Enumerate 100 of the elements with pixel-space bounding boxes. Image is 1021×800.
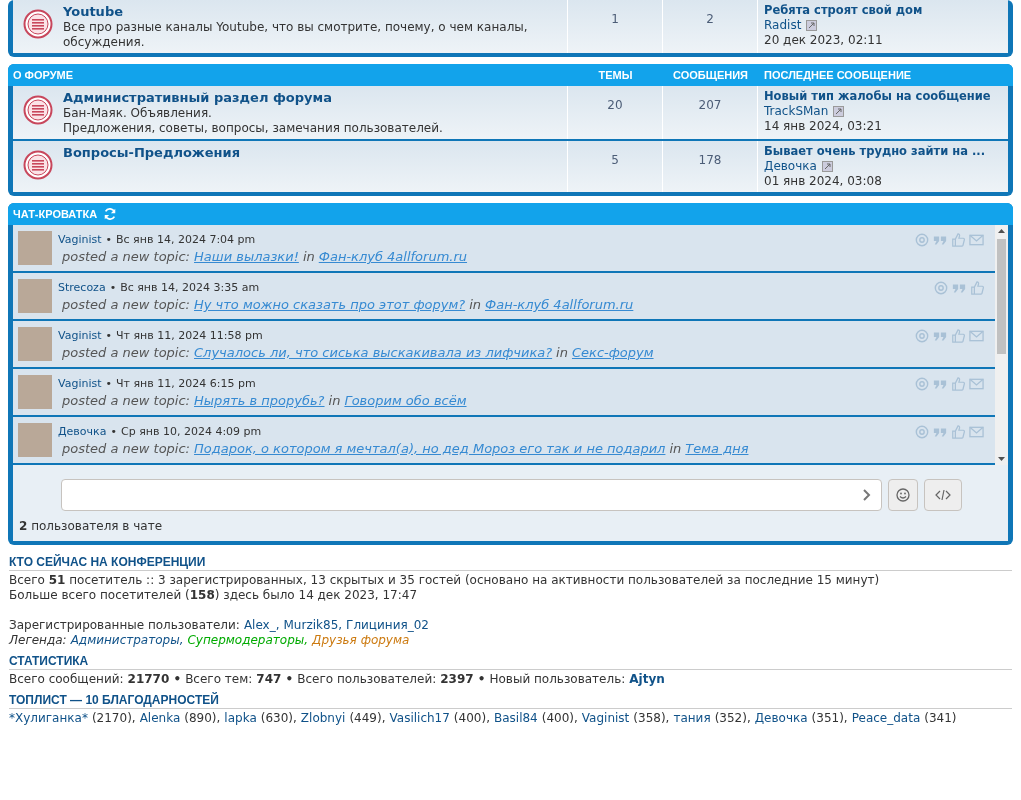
thumbs-up-icon[interactable] xyxy=(951,233,965,247)
last-post-title[interactable]: Ребята строят свой дом xyxy=(764,3,923,18)
chat-input-field[interactable] xyxy=(61,479,882,511)
last-post-author[interactable]: Radist xyxy=(764,18,802,33)
user-link[interactable]: Vaginist xyxy=(581,711,630,726)
in-text: in xyxy=(669,440,682,457)
at-icon[interactable] xyxy=(934,281,948,295)
at-icon[interactable] xyxy=(915,329,929,343)
new-user-link[interactable]: Ajtyn xyxy=(629,672,665,687)
forum-title[interactable]: Вопросы-Предложения xyxy=(63,144,241,161)
stat-label: Новый пользователь: xyxy=(489,672,626,687)
topics-count: 5 xyxy=(568,141,663,192)
last-post-title[interactable]: Новый тип жалобы на сообщение xyxy=(764,89,991,104)
section-heading: СТАТИСТИКА xyxy=(9,654,89,668)
message-author[interactable]: Vaginist xyxy=(58,375,102,392)
posts-count: 178 xyxy=(663,141,758,192)
in-text: in xyxy=(556,344,568,361)
user-link[interactable]: Alex_, xyxy=(243,618,280,633)
at-icon[interactable] xyxy=(915,425,929,439)
view-post-icon[interactable] xyxy=(821,161,833,172)
thanks-count: (358), xyxy=(633,711,670,726)
user-link[interactable]: Alenka xyxy=(139,711,181,726)
user-link[interactable]: Zlobnyi xyxy=(300,711,346,726)
message-author[interactable]: Vaginist xyxy=(58,327,102,344)
forum-description: Предложения, советы, вопросы, замечания пользователей. xyxy=(63,121,443,136)
legend-group-link[interactable]: Администраторы, xyxy=(70,633,184,648)
thumbs-up-icon[interactable] xyxy=(951,329,965,343)
forum-icon xyxy=(23,150,53,180)
view-post-icon[interactable] xyxy=(833,106,845,117)
forum-title[interactable]: Административный раздел форума xyxy=(63,89,443,106)
forum-title[interactable]: Youtube xyxy=(63,3,557,20)
code-icon xyxy=(935,489,951,501)
posts-count: 2 xyxy=(663,0,758,53)
message-action: posted a new topic: xyxy=(62,344,190,361)
user-link[interactable]: Девочка xyxy=(754,711,808,726)
topics-count: 20 xyxy=(568,86,663,139)
message-author[interactable]: Strecoza xyxy=(58,279,106,296)
forum-icon xyxy=(23,95,53,125)
separator-dot: • xyxy=(105,232,113,248)
message-action: posted a new topic: xyxy=(62,440,190,457)
last-post-title[interactable]: Бывает очень трудно зайти на ... xyxy=(764,144,986,159)
avatar-placeholder xyxy=(18,375,52,409)
envelope-icon[interactable] xyxy=(969,377,984,391)
separator-dot: • xyxy=(109,280,117,296)
message-date: Вс янв 14, 2024 7:04 pm xyxy=(116,232,256,248)
code-button[interactable] xyxy=(924,479,962,511)
last-post-date: 14 янв 2024, 03:21 xyxy=(764,119,882,134)
forum-description: Бан-Маяк. Объявления. xyxy=(63,106,213,121)
separator-dot: • xyxy=(105,328,113,344)
avatar-placeholder xyxy=(18,279,52,313)
thanks-count: (630), xyxy=(260,711,297,726)
chat-title: ЧАТ-КРОВАТКА xyxy=(13,206,98,222)
user-link[interactable]: lapka xyxy=(224,711,257,726)
user-link[interactable]: *Хулиганка* xyxy=(9,711,88,726)
legend-group-link[interactable]: Друзья форума xyxy=(312,633,410,648)
user-link[interactable]: тания xyxy=(673,711,711,726)
message-author[interactable]: Девочка xyxy=(58,423,107,440)
envelope-icon[interactable] xyxy=(969,425,984,439)
separator-dot: • xyxy=(110,424,117,440)
last-post-author[interactable]: Девочка xyxy=(764,159,817,174)
user-link[interactable]: Peace_data xyxy=(851,711,921,726)
thanks-count: (351), xyxy=(811,711,848,726)
thanks-count: (400), xyxy=(541,711,578,726)
envelope-icon[interactable] xyxy=(969,329,984,343)
smiley-button[interactable] xyxy=(888,479,918,511)
message-date: Ср янв 10, 2024 4:09 pm xyxy=(120,424,262,440)
user-link[interactable]: Murzik85, xyxy=(283,618,343,633)
column-header: ТЕМЫ xyxy=(597,67,634,83)
refresh-icon[interactable] xyxy=(103,207,118,221)
user-link[interactable]: Vasilich17 xyxy=(389,711,450,726)
stat-label: Всего сообщений: xyxy=(9,672,124,687)
at-icon[interactable] xyxy=(915,233,929,247)
thanks-count: (449), xyxy=(349,711,386,726)
view-post-icon[interactable] xyxy=(806,20,818,31)
posts-count: 207 xyxy=(663,86,758,139)
thumbs-up-icon[interactable] xyxy=(951,425,965,439)
registered-users-label: Зарегистрированные пользователи: xyxy=(9,618,240,633)
at-icon[interactable] xyxy=(915,377,929,391)
thumbs-up-icon[interactable] xyxy=(970,281,984,295)
message-action: posted a new topic: xyxy=(62,248,190,265)
thumbs-up-icon[interactable] xyxy=(951,377,965,391)
forum-icon xyxy=(23,9,53,39)
avatar-placeholder xyxy=(18,231,52,265)
message-action: posted a new topic: xyxy=(62,296,190,313)
message-date: Чт янв 11, 2024 11:58 pm xyxy=(116,328,263,344)
thanks-count: (352), xyxy=(714,711,751,726)
thanks-count: (341) xyxy=(924,711,957,726)
stat-value: 2397 • xyxy=(440,672,486,687)
thanks-count: (400), xyxy=(453,711,490,726)
user-link[interactable]: Глициния_02 xyxy=(346,618,429,633)
stat-label: Всего тем: xyxy=(185,672,253,687)
user-link[interactable]: Basil84 xyxy=(493,711,538,726)
stat-value: 21770 • xyxy=(127,672,182,687)
separator-dot: • xyxy=(105,376,113,392)
envelope-icon[interactable] xyxy=(969,233,984,247)
thanks-count: (2170), xyxy=(91,711,136,726)
message-author[interactable]: Vaginist xyxy=(58,231,102,248)
online-info-text: Больше всего посетителей (158) здесь было 14 дек 2023, 17:47 xyxy=(9,588,418,602)
last-post-author[interactable]: TrackSMan xyxy=(764,104,829,119)
column-header: СООБЩЕНИЯ xyxy=(672,67,749,83)
